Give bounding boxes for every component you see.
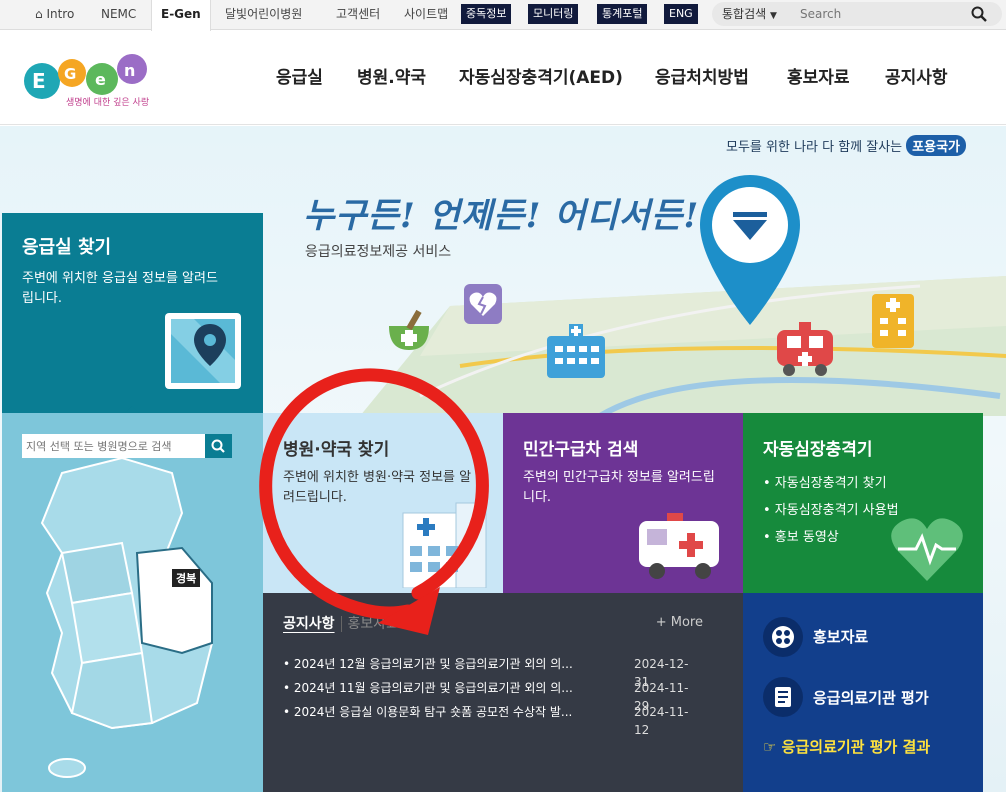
caret-down-icon: ▼: [770, 11, 777, 21]
nav-first-aid[interactable]: 응급처치방법: [655, 31, 749, 125]
heart-pulse-icon: [891, 518, 963, 581]
svg-text:e: e: [95, 70, 106, 89]
slogan-text: 모두를 위한 나라 다 함께 잘사는: [726, 140, 903, 155]
nav-notice[interactable]: 공지사항: [885, 31, 948, 125]
utility-bar: ⌂ Intro NEMC E-Gen 달빛어린이병원 고객센터 사이트맵 중독정…: [0, 0, 1006, 31]
ambulance-icon: [639, 513, 719, 579]
aed-links: • 자동심장충격기 찾기 • 자동심장충격기 사용법 • 홍보 동영상: [763, 470, 899, 551]
aed-tile[interactable]: 자동심장충격기 • 자동심장충격기 찾기 • 자동심장충격기 사용법 • 홍보 …: [743, 413, 983, 593]
svg-text:n: n: [124, 61, 135, 80]
notice-panel: 공지사항 홍보자료 + More • 2024년 12월 응급의료기관 및 응급의…: [263, 593, 743, 792]
egen-tab[interactable]: E-Gen: [151, 0, 211, 31]
nav-promo[interactable]: 홍보자료: [787, 31, 850, 125]
svg-text:G: G: [64, 65, 76, 83]
nav-er[interactable]: 응급실: [276, 31, 323, 125]
search-input[interactable]: [800, 5, 960, 23]
eng-button[interactable]: ENG: [664, 4, 698, 24]
hospital-pharmacy-tile[interactable]: 병원·약국 찾기 주변에 위치한 병원·약국 정보를 알려드립니다.: [263, 413, 503, 593]
search-icon[interactable]: [970, 5, 988, 23]
notice-tabs: 공지사항 홍보자료: [283, 613, 400, 633]
site-header: E G e n 생명에 대한 깊은 사랑 응급실 병원.약국 자동심장충격기(A…: [0, 31, 1006, 125]
intro-label: Intro: [46, 7, 75, 21]
slogan-pill: 포용국가: [906, 135, 966, 156]
search-scope-label: 통합검색: [722, 7, 767, 21]
gyeongbuk-label[interactable]: 경북: [172, 569, 201, 587]
home-icon: ⌂: [35, 7, 43, 21]
promo-link[interactable]: 홍보자료: [813, 626, 868, 647]
ambulance-tile-desc: 주변의 민간구급차 정보를 알려드립니다.: [523, 470, 715, 505]
broken-heart-icon: [464, 284, 502, 324]
notice-title[interactable]: • 2024년 11월 응급의료기관 및 응급의료기관 외의 의...: [283, 679, 613, 697]
evaluation-result-link[interactable]: ☞ 응급의료기관 평가 결과: [763, 736, 930, 757]
er-search-panel[interactable]: 응급실 찾기 주변에 위치한 응급실 정보를 알려드립니다.: [2, 213, 263, 429]
er-panel-desc: 주변에 위치한 응급실 정보를 알려드립니다.: [22, 271, 218, 306]
child-hospital-link[interactable]: 달빛어린이병원: [216, 0, 311, 30]
notice-row[interactable]: • 2024년 12월 응급의료기관 및 응급의료기관 외의 의... 2024…: [283, 655, 703, 689]
ambulance-tile-title: 민간구급차 검색: [523, 440, 639, 460]
document-icon: [763, 677, 803, 717]
er-panel-title: 응급실 찾기: [22, 237, 112, 258]
hospital-tile-title: 병원·약국 찾기: [283, 440, 390, 460]
evaluation-link[interactable]: 응급의료기관 평가: [813, 687, 929, 708]
promo-panel: 홍보자료 응급의료기관 평가 ☞ 응급의료기관 평가 결과: [743, 593, 983, 792]
region-map-panel: 경북: [2, 413, 263, 792]
aed-video-link[interactable]: • 홍보 동영상: [763, 524, 899, 551]
more-link[interactable]: + More: [656, 615, 703, 630]
customer-center-link[interactable]: 고객센터: [327, 0, 389, 30]
svg-text:E: E: [32, 69, 46, 93]
notice-title[interactable]: • 2024년 12월 응급의료기관 및 응급의료기관 외의 의...: [283, 655, 613, 673]
monitoring-button[interactable]: 모니터링: [528, 4, 579, 24]
hospital-icon: [402, 502, 487, 588]
hospital-building-icon: [547, 324, 605, 378]
film-reel-icon: [763, 617, 803, 657]
logo-tagline: 생명에 대한 깊은 사랑: [66, 98, 150, 108]
nav-hospital-pharmacy[interactable]: 병원.약국: [357, 31, 426, 125]
search-box: 통합검색 ▼: [712, 2, 1002, 26]
tab-notice[interactable]: 공지사항: [283, 616, 335, 632]
hero-title: 누구든! 언제든! 어디서든!: [303, 196, 700, 236]
sitemap-link[interactable]: 사이트맵: [395, 0, 457, 30]
slogan: 모두를 위한 나라 다 함께 잘사는 포용국가: [726, 135, 966, 156]
egen-logo[interactable]: E G e n 생명에 대한 깊은 사랑: [20, 51, 160, 113]
aed-howto-link[interactable]: • 자동심장충격기 사용법: [763, 497, 899, 524]
aed-find-link[interactable]: • 자동심장충격기 찾기: [763, 470, 899, 497]
notice-title[interactable]: • 2024년 응급실 이용문화 탐구 숏폼 공모전 수상작 발...: [283, 703, 613, 721]
map-pin-icon: [165, 313, 241, 389]
location-pin-icon: [700, 175, 800, 325]
pharmacy-bowl-icon: [389, 309, 429, 350]
tab-promo[interactable]: 홍보자료: [340, 616, 400, 632]
stats-portal-button[interactable]: 통계포털: [597, 4, 648, 24]
notice-row[interactable]: • 2024년 응급실 이용문화 탐구 숏폼 공모전 수상작 발... 2024…: [283, 703, 703, 737]
korea-map[interactable]: [32, 453, 242, 792]
building-icon: [872, 294, 914, 348]
logo-mark: E G e n: [24, 54, 147, 99]
notice-row[interactable]: • 2024년 11월 응급의료기관 및 응급의료기관 외의 의... 2024…: [283, 679, 703, 713]
intro-link[interactable]: ⌂ Intro: [26, 0, 83, 30]
gyeongbuk-region[interactable]: [135, 546, 213, 655]
nav-aed[interactable]: 자동심장충격기(AED): [459, 31, 623, 125]
notice-date: 2024-11-12: [634, 705, 689, 737]
aed-tile-title: 자동심장충격기: [763, 440, 873, 460]
search-scope-select[interactable]: 통합검색 ▼: [722, 2, 777, 28]
poison-info-button[interactable]: 중독정보: [461, 4, 512, 24]
ambulance-tile[interactable]: 민간구급차 검색 주변의 민간구급차 정보를 알려드립니다.: [503, 413, 743, 593]
nemc-link[interactable]: NEMC: [92, 0, 145, 30]
ambulance-icon: [777, 322, 833, 376]
